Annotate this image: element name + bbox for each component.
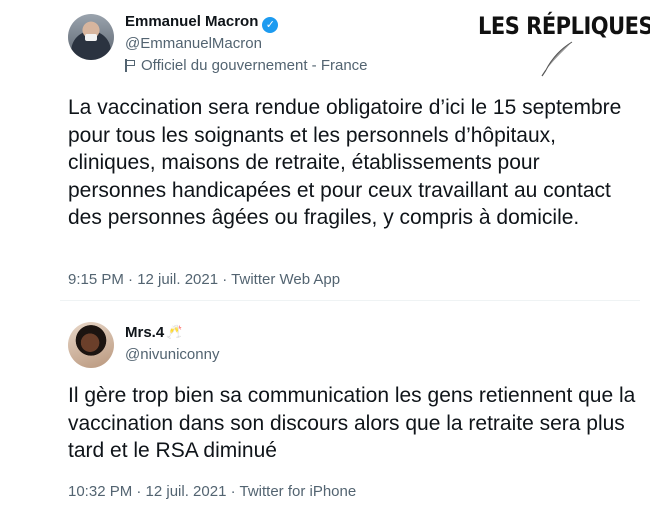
tweet-text: Il gère trop bien sa communication les g…	[68, 384, 636, 462]
author-name[interactable]: Mrs.4 🥂	[125, 324, 182, 341]
tweet-timestamp[interactable]: 10:32 PM · 12 juil. 2021 · Twitter for i…	[68, 483, 356, 500]
author-handle[interactable]: @nivuniconny	[125, 346, 219, 363]
author-name-text[interactable]: Mrs.4	[125, 324, 164, 341]
flag-icon	[125, 59, 135, 72]
government-label-text: Officiel du gouvernement - France	[141, 57, 368, 74]
verified-badge-icon: ✓	[262, 17, 279, 33]
brand-title: LES RÉPLIQUES	[478, 12, 650, 40]
avatar[interactable]	[68, 14, 114, 60]
author-name-text[interactable]: Emmanuel Macron	[125, 13, 258, 30]
author-handle[interactable]: @EmmanuelMacron	[125, 35, 262, 52]
quill-icon	[541, 41, 573, 77]
author-name[interactable]: Emmanuel Macron ✓	[125, 13, 279, 33]
divider	[60, 300, 640, 301]
champagne-icon: 🥂	[166, 324, 183, 339]
brand-logo: LES RÉPLIQUES	[478, 8, 650, 78]
tweet-text: La vaccination sera rendue obligatoire d…	[68, 96, 622, 229]
tweet-timestamp[interactable]: 9:15 PM · 12 juil. 2021 · Twitter Web Ap…	[68, 271, 340, 288]
avatar[interactable]	[68, 322, 114, 368]
government-label: Officiel du gouvernement - France	[125, 57, 368, 74]
